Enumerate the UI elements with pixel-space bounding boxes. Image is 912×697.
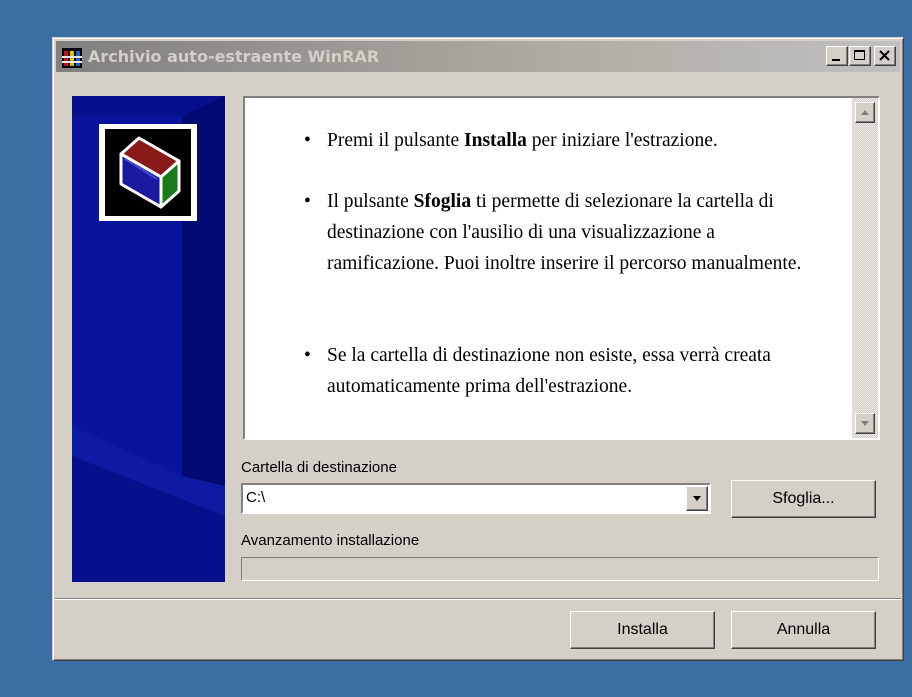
- vertical-scrollbar[interactable]: [852, 98, 878, 438]
- destination-dropdown-button[interactable]: [686, 486, 708, 511]
- bullet-icon: •: [304, 345, 311, 366]
- chevron-down-icon: [693, 496, 701, 501]
- logo-background: [105, 129, 191, 216]
- arrow-down-icon: [861, 421, 869, 426]
- instruction-text: Premi il pulsante: [327, 130, 465, 151]
- scroll-up-button[interactable]: [855, 102, 875, 123]
- destination-path-combo[interactable]: C:\: [241, 483, 711, 514]
- instruction-item-browse: • Il pulsante Sfoglia ti permette di sel…: [301, 186, 821, 279]
- browse-button[interactable]: Sfoglia...: [731, 480, 876, 518]
- window-title: Archivio auto-estraente WinRAR: [88, 47, 380, 66]
- maximize-button[interactable]: [849, 46, 871, 66]
- progress-label: Avanzamento installazione: [241, 532, 420, 549]
- bullet-icon: •: [304, 191, 311, 212]
- instruction-item-install: • Premi il pulsante Installa per iniziar…: [301, 125, 821, 156]
- maximize-icon: [854, 50, 865, 60]
- scroll-down-button[interactable]: [855, 413, 875, 434]
- instruction-text: Se la cartella di destinazione non esist…: [327, 345, 771, 397]
- arrow-up-icon: [861, 110, 869, 115]
- instruction-bold: Installa: [464, 130, 527, 151]
- close-button[interactable]: [874, 46, 896, 66]
- side-banner: [72, 96, 225, 582]
- close-icon: [879, 50, 890, 61]
- winrar-books-logo: [119, 136, 181, 209]
- instructions-panel: • Premi il pulsante Installa per iniziar…: [243, 96, 880, 440]
- instruction-item-create-folder: • Se la cartella di destinazione non esi…: [301, 340, 821, 402]
- instruction-text: per iniziare l'estrazione.: [526, 130, 718, 151]
- cancel-button[interactable]: Annulla: [731, 611, 876, 649]
- instruction-bold: Sfoglia: [413, 191, 472, 212]
- bullet-icon: •: [304, 130, 311, 151]
- instructions-text: • Premi il pulsante Installa per iniziar…: [245, 98, 852, 438]
- minimize-icon: [832, 59, 840, 61]
- install-button[interactable]: Installa: [570, 611, 715, 649]
- title-bar[interactable]: Archivio auto-estraente WinRAR: [56, 41, 900, 72]
- destination-path-value[interactable]: C:\: [246, 489, 265, 506]
- install-progress-bar: [241, 557, 879, 581]
- instruction-text: Il pulsante: [327, 191, 414, 212]
- destination-label: Cartella di destinazione: [241, 459, 397, 476]
- logo-frame: [99, 124, 197, 221]
- footer-separator-highlight: [55, 599, 901, 600]
- minimize-button[interactable]: [826, 46, 848, 66]
- winrar-app-icon: [62, 48, 82, 68]
